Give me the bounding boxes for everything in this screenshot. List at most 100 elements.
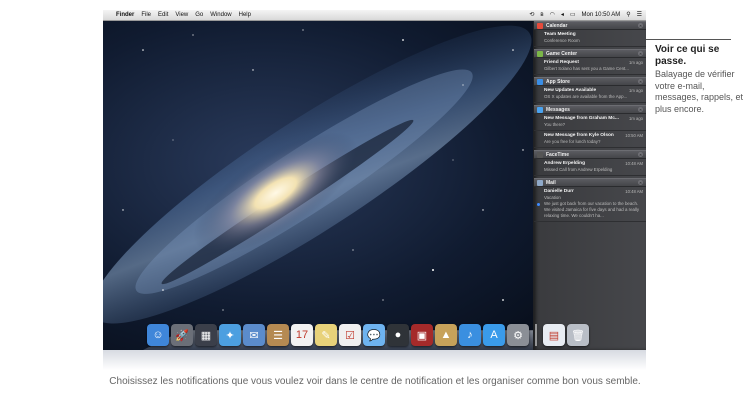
notification-item[interactable]: Danielle Durr 10:48 AM Vacation We just go… <box>534 187 646 222</box>
desktop-screenshot: Finder File Edit View Go Window Help ⟲ ʙ… <box>103 10 646 350</box>
close-icon[interactable]: × <box>638 152 643 157</box>
app-icon <box>537 78 543 85</box>
menu-window[interactable]: Window <box>210 10 231 21</box>
facetime-icon[interactable]: ● <box>387 324 409 346</box>
notification-body: OS X updates are available from the App.… <box>544 94 628 99</box>
notification-item[interactable]: New Message from Kyle Olson 10:50 AM Are y… <box>534 131 646 148</box>
nc-section: Messages × New Message from Graham Mc... 1m… <box>534 105 646 148</box>
mail-stamp-icon[interactable]: ✉ <box>243 324 265 346</box>
notification-title: Team Meeting <box>544 32 576 37</box>
notification-title: New Updates Available <box>544 88 597 93</box>
document-icon[interactable]: ▤ <box>543 324 565 346</box>
nc-section: App Store × New Updates Available 1m ago OS … <box>534 77 646 103</box>
notification-body: Are you free for lunch today? <box>544 139 601 144</box>
menu-view[interactable]: View <box>175 10 188 21</box>
nc-section-title: App Store <box>546 78 570 85</box>
notification-item[interactable]: Andrew Erpelding 10:48 AM Missed Call from… <box>534 159 646 176</box>
notification-title-row: Danielle Durr 10:48 AM <box>544 189 643 194</box>
menu-file[interactable]: File <box>141 10 151 21</box>
wifi-icon[interactable]: ◠ <box>550 10 555 21</box>
notification-title-row: Friend Request 1m ago <box>544 60 643 65</box>
nc-section-title: Messages <box>546 106 570 113</box>
menu-help[interactable]: Help <box>239 10 251 21</box>
close-icon[interactable]: × <box>638 180 643 185</box>
app-store-icon[interactable]: A <box>483 324 505 346</box>
finder-icon[interactable]: ☺ <box>147 324 169 346</box>
unread-dot-icon <box>537 203 540 206</box>
notification-time: 10:48 AM <box>625 161 643 166</box>
notification-item[interactable]: Friend Request 1m ago Gilbert Solano has s… <box>534 58 646 75</box>
close-icon[interactable]: × <box>638 79 643 84</box>
contacts-icon[interactable]: ☰ <box>267 324 289 346</box>
notification-item[interactable]: New Updates Available 1m ago OS X updates … <box>534 86 646 103</box>
system-preferences-icon[interactable]: ⚙ <box>507 324 529 346</box>
launchpad-icon[interactable]: 🚀 <box>171 324 193 346</box>
mission-control-icon[interactable]: ▦ <box>195 324 217 346</box>
battery-icon[interactable]: ▭ <box>570 10 576 21</box>
nc-section-header[interactable]: Messages × <box>534 105 646 114</box>
volume-icon[interactable]: ◂ <box>561 10 564 21</box>
notification-body: Vacation We just got back from our vacat… <box>544 195 640 218</box>
notification-title-row: New Message from Kyle Olson 10:50 AM <box>544 133 643 138</box>
notification-title: Andrew Erpelding <box>544 161 586 166</box>
notification-item[interactable]: New Message from Graham Mc... 1m ago You t… <box>534 114 646 131</box>
app-icon <box>537 50 543 57</box>
bluetooth-icon[interactable]: ʙ <box>540 10 543 21</box>
time-machine-icon[interactable]: ⟲ <box>529 10 534 21</box>
notification-time: 10:48 AM <box>625 189 643 194</box>
notification-title: Danielle Durr <box>544 189 574 194</box>
photo-booth-icon[interactable]: ▣ <box>411 324 433 346</box>
nc-section-header[interactable]: FaceTime × <box>534 150 646 159</box>
nc-section-title: Calendar <box>546 22 568 29</box>
caption: Choisissez les notifications que vous vo… <box>109 376 641 387</box>
reminders-icon[interactable]: ☑ <box>339 324 361 346</box>
notification-center-panel: Calendar × Team Meeting Conference Room Game… <box>533 21 646 350</box>
nc-section-header[interactable]: Game Center × <box>534 49 646 58</box>
notification-item[interactable]: Team Meeting Conference Room <box>534 30 646 47</box>
nc-section-header[interactable]: App Store × <box>534 77 646 86</box>
menu-edit[interactable]: Edit <box>158 10 168 21</box>
safari-icon[interactable]: ✦ <box>219 324 241 346</box>
notification-body: Conference Room <box>544 38 580 43</box>
notification-body: Missed Call from Andrew Erpelding <box>544 167 613 172</box>
notification-time: 1m ago <box>629 88 643 93</box>
notification-title-row: New Message from Graham Mc... 1m ago <box>544 116 643 121</box>
nc-section-title: Game Center <box>546 50 578 57</box>
nc-section: Game Center × Friend Request 1m ago Gilbert … <box>534 49 646 75</box>
callout-line <box>646 39 731 40</box>
nc-section: FaceTime × Andrew Erpelding 10:48 AM Missed … <box>534 150 646 176</box>
menu-clock[interactable]: Mon 10:50 AM <box>582 10 621 21</box>
close-icon[interactable]: × <box>638 23 643 28</box>
notification-time: 10:50 AM <box>625 133 643 138</box>
app-icon <box>537 151 543 158</box>
trash-icon[interactable]: 🗑 <box>567 324 589 346</box>
nc-section: Mail × Danielle Durr 10:48 AM Vacation We ju… <box>534 178 646 222</box>
itunes-icon[interactable]: ♪ <box>459 324 481 346</box>
callout-title: Voir ce qui se passe. <box>655 44 720 67</box>
messages-icon[interactable]: 💬 <box>363 324 385 346</box>
menu-bar: Finder File Edit View Go Window Help ⟲ ʙ… <box>103 10 646 21</box>
screen-reflection <box>103 350 646 370</box>
menu-extras: ⟲ ʙ ◠ ◂ ▭ Mon 10:50 AM ⚲ ☰ <box>523 10 642 21</box>
notification-title-row: New Updates Available 1m ago <box>544 88 643 93</box>
close-icon[interactable]: × <box>638 51 643 56</box>
notification-title: New Message from Kyle Olson <box>544 133 614 138</box>
app-icon <box>537 106 543 113</box>
calendar-icon[interactable]: 17 <box>291 324 313 346</box>
callout-text: Balayage de vérifier votre e-mail, messa… <box>655 69 744 114</box>
notification-time: 1m ago <box>629 116 643 121</box>
notification-center-icon[interactable]: ☰ <box>637 10 642 21</box>
menu-go[interactable]: Go <box>195 10 203 21</box>
notification-title: Friend Request <box>544 60 579 65</box>
iphoto-icon[interactable]: ▲ <box>435 324 457 346</box>
notification-title-row: Andrew Erpelding 10:48 AM <box>544 161 643 166</box>
menu-finder[interactable]: Finder <box>116 10 134 21</box>
dock-separator <box>535 324 537 346</box>
close-icon[interactable]: × <box>638 107 643 112</box>
spotlight-icon[interactable]: ⚲ <box>626 10 630 21</box>
nc-section-header[interactable]: Calendar × <box>534 21 646 30</box>
notification-title-row: Team Meeting <box>544 32 643 37</box>
notes-icon[interactable]: ✎ <box>315 324 337 346</box>
dock: ☺ 🚀 ▦ ✦ ✉ ☰ 17 ✎ ☑ 💬 ● ▣ ▲ ♪ A ⚙ ▤ 🗑 <box>147 318 609 346</box>
nc-section-header[interactable]: Mail × <box>534 178 646 187</box>
